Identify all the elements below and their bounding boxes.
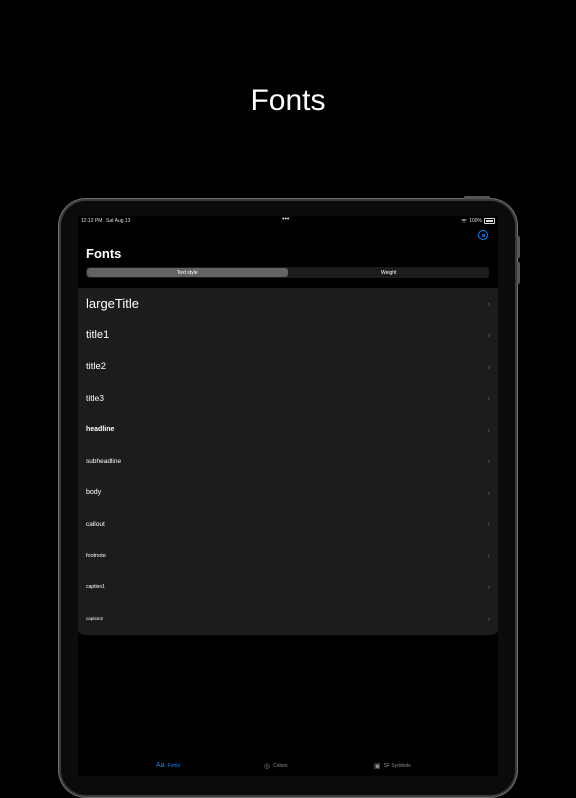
tab-label: SF Symbols [383, 763, 411, 769]
list-item-headline[interactable]: headline › [78, 414, 498, 446]
multitasking-dots-icon[interactable]: ••• [282, 216, 289, 223]
volume-up-button [517, 236, 520, 258]
list-item-label: subheadline [86, 457, 122, 465]
list-item-label: callout [86, 520, 105, 528]
settings-gear-icon[interactable] [478, 230, 488, 240]
chevron-right-icon: › [487, 393, 490, 403]
wifi-icon [461, 219, 468, 223]
list-item-title2[interactable]: title2 › [78, 351, 498, 383]
list-item-title1[interactable]: title1 › [78, 320, 498, 352]
list-item-callout[interactable]: callout › [78, 509, 498, 541]
chevron-right-icon: › [487, 456, 490, 466]
nav-title: Fonts [86, 246, 122, 261]
status-time: 12:13 PM [81, 218, 103, 224]
list-item-label: caption2 [86, 616, 104, 622]
font-style-list: largeTitle › title1 › title2 › title3 › … [78, 288, 498, 635]
palette-icon: ◎ [264, 763, 271, 770]
app-screen: 12:13 PM Sat Aug 13 ••• 100% Fonts Text … [78, 216, 498, 776]
chevron-right-icon: › [487, 551, 490, 561]
symbols-icon: ▣ [374, 763, 381, 770]
status-date: Sat Aug 13 [106, 218, 131, 224]
chevron-right-icon: › [487, 488, 490, 498]
chevron-right-icon: › [487, 425, 490, 435]
list-item-caption2[interactable]: caption2 › [78, 603, 498, 635]
battery-percent: 100% [469, 218, 482, 224]
list-item-label: footnote [86, 552, 106, 559]
list-item-label: largeTitle [86, 296, 139, 312]
tab-colors[interactable]: ◎ Colors [264, 762, 288, 770]
list-item-subheadline[interactable]: subheadline › [78, 446, 498, 478]
chevron-right-icon: › [487, 362, 490, 372]
chevron-right-icon: › [487, 299, 490, 309]
status-bar: 12:13 PM Sat Aug 13 ••• 100% [78, 216, 498, 228]
list-item-label: caption1 [86, 584, 105, 591]
list-item-label: title3 [86, 393, 104, 404]
promo-headline: Fonts [250, 84, 326, 117]
segmented-control[interactable]: Text style Weight [86, 267, 489, 278]
chevron-right-icon: › [487, 614, 490, 624]
volume-down-button [517, 262, 520, 284]
list-item-caption1[interactable]: caption1 › [78, 572, 498, 604]
list-item-title3[interactable]: title3 › [78, 383, 498, 415]
list-item-body[interactable]: body › [78, 477, 498, 509]
battery-icon [484, 218, 495, 224]
chevron-right-icon: › [487, 330, 490, 340]
list-item-label: title2 [86, 361, 107, 373]
tab-bar: Aa Fonts ◎ Colors ▣ SF Symbols [78, 756, 498, 776]
segment-text-style[interactable]: Text style [87, 268, 288, 277]
chevron-right-icon: › [487, 519, 490, 529]
list-item-label: headline [86, 426, 115, 434]
tab-label: Colors [273, 763, 288, 769]
chevron-right-icon: › [487, 582, 490, 592]
status-right: 100% [461, 218, 495, 224]
list-item-footnote[interactable]: footnote › [78, 540, 498, 572]
tab-sf-symbols[interactable]: ▣ SF Symbols [374, 762, 411, 770]
list-item-largetitle[interactable]: largeTitle › [78, 288, 498, 320]
list-item-label: body [86, 489, 102, 497]
segment-weight[interactable]: Weight [289, 267, 490, 278]
top-button [464, 196, 490, 199]
list-item-label: title1 [86, 329, 110, 342]
